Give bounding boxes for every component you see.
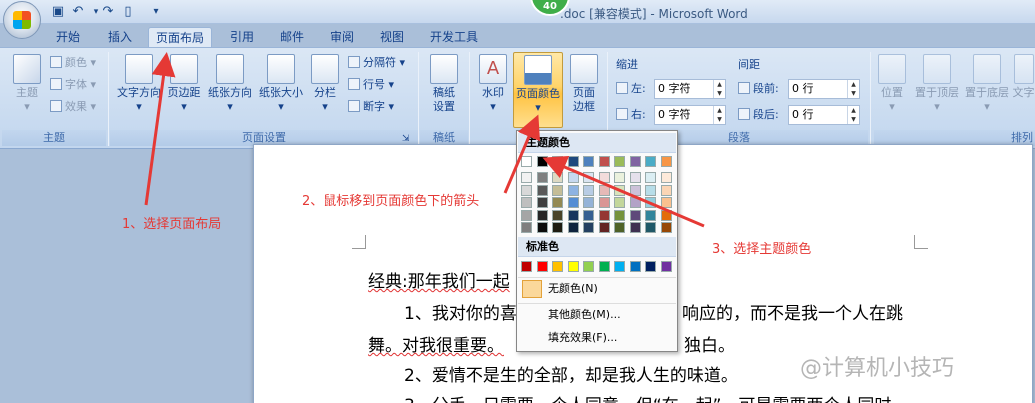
annotation-step1: 1、选择页面布局 — [122, 217, 222, 232]
annotation-step3: 3、选择主题颜色 — [712, 242, 812, 257]
annotation-step2: 2、鼠标移到页面颜色下的箭头 — [302, 194, 480, 209]
annotation-arrows — [144, 52, 705, 228]
watermark-text: @计算机小技巧 — [800, 356, 955, 381]
arrow-to-page-color-dropdown — [503, 114, 541, 194]
arrow-to-theme-color — [542, 155, 705, 228]
arrow-to-page-layout-tab — [144, 52, 176, 206]
